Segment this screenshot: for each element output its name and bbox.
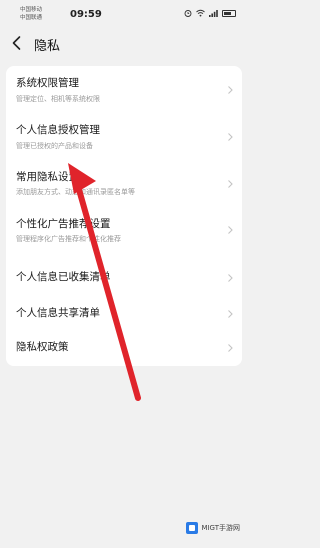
item-title: 个人信息授权管理	[16, 124, 100, 136]
list-item-personal-info-authorization[interactable]: 个人信息授权管理 管理已授权的产品和设备	[6, 114, 242, 162]
wifi-icon	[196, 9, 205, 17]
list-item-system-permissions[interactable]: 系统权限管理 管理定位、相机等系统权限	[6, 66, 242, 114]
item-subtitle: 管理已授权的产品和设备	[16, 142, 93, 150]
chevron-left-icon[interactable]	[8, 34, 26, 52]
chevron-right-icon	[228, 180, 233, 188]
list-item-collected-info-list[interactable]: 个人信息已收集清单	[6, 260, 242, 296]
page-title: 隐私	[34, 39, 61, 54]
alarm-icon	[184, 10, 192, 17]
list-item-shared-info-list[interactable]: 个人信息共享清单	[6, 296, 242, 332]
chevron-right-icon	[228, 344, 233, 352]
chevron-right-icon	[228, 226, 233, 234]
chevron-right-icon	[228, 86, 233, 94]
watermark: MIGT手游网	[186, 522, 240, 534]
chevron-right-icon	[228, 133, 233, 141]
list-item-common-privacy-settings[interactable]: 常用隐私设置 添加朋友方式、动态和通讯录匿名单等	[6, 160, 242, 208]
item-title: 个人信息已收集清单	[16, 271, 111, 283]
battery-icon	[222, 9, 236, 17]
list-item-privacy-policy[interactable]: 隐私权政策	[6, 332, 242, 366]
watermark-logo-icon	[186, 522, 199, 534]
item-title: 系统权限管理	[16, 77, 79, 89]
item-subtitle: 管理定位、相机等系统权限	[16, 95, 100, 103]
item-title: 隐私权政策	[16, 341, 69, 353]
watermark-text: MIGT手游网	[201, 524, 240, 532]
item-title: 个人信息共享清单	[16, 307, 100, 319]
item-title: 个性化广告推荐设置	[16, 218, 111, 230]
carrier-line-2: 中国联通	[20, 15, 43, 21]
carrier-line-1: 中国移动	[20, 7, 43, 13]
item-subtitle: 管理程序化广告推荐和个性化推荐	[16, 235, 121, 243]
chevron-right-icon	[228, 310, 233, 318]
carrier-info: 中国移动 中国联通	[20, 6, 42, 22]
signal-icon	[209, 10, 218, 17]
status-time: 09:59	[70, 9, 102, 20]
item-title: 常用隐私设置	[16, 171, 79, 183]
status-bar: 中国移动 中国联通 09:59	[0, 0, 248, 28]
chevron-right-icon	[228, 274, 233, 282]
status-icons	[184, 9, 236, 17]
item-subtitle: 添加朋友方式、动态和通讯录匿名单等	[16, 188, 135, 196]
list-item-personalized-ads[interactable]: 个性化广告推荐设置 管理程序化广告推荐和个性化推荐	[6, 208, 242, 254]
privacy-options-card: 常用隐私设置 添加朋友方式、动态和通讯录匿名单等 个性化广告推荐设置 管理程序化…	[6, 160, 242, 366]
page-header: 隐私	[0, 28, 248, 60]
